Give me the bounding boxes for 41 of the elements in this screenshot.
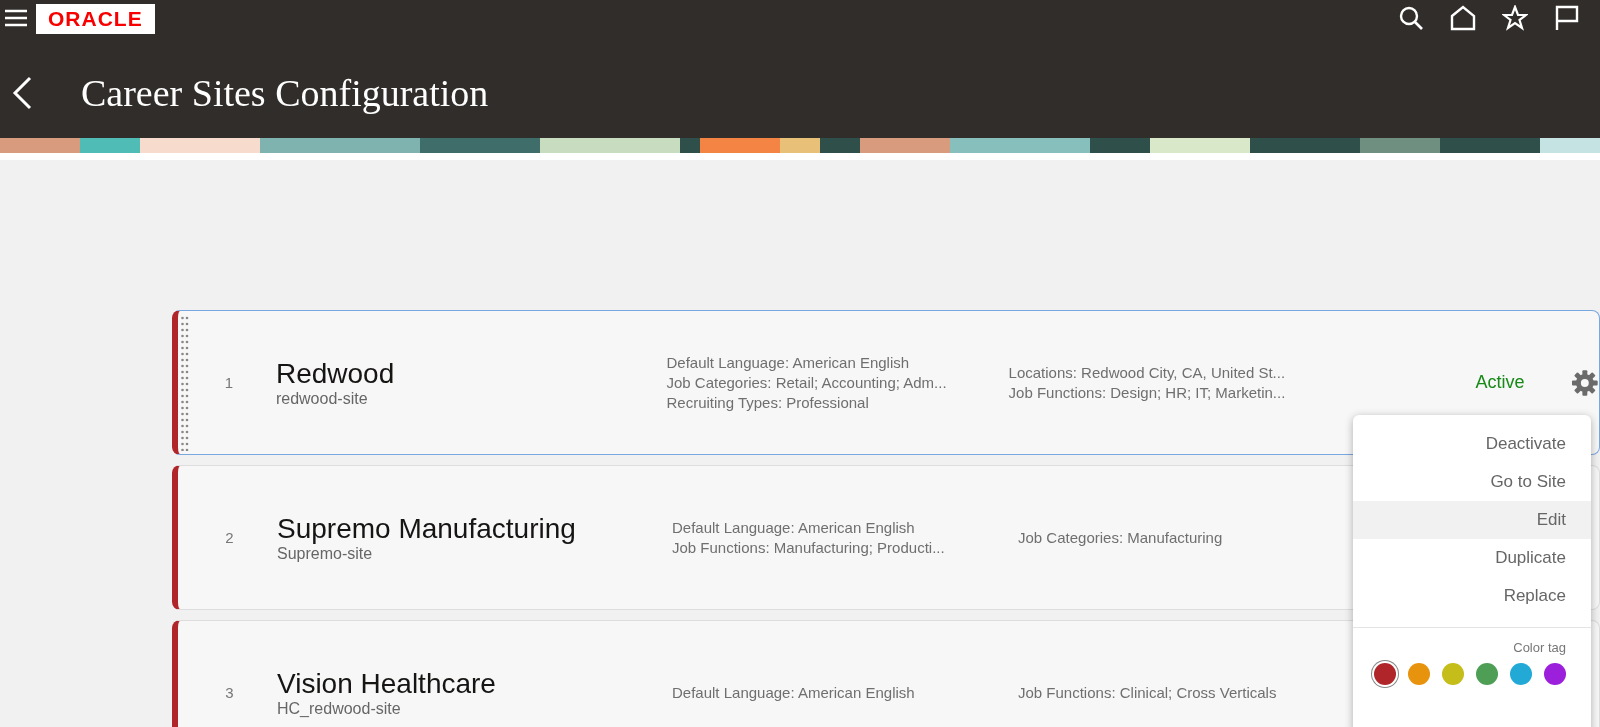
detail-text: Job Categories: Retail; Accounting; Adm... bbox=[666, 372, 948, 393]
flag-icon[interactable] bbox=[1554, 5, 1580, 31]
detail-text: Locations: Redwood City, CA, United St... bbox=[1008, 362, 1287, 383]
page-title: Career Sites Configuration bbox=[81, 71, 489, 115]
settings-icon[interactable] bbox=[1571, 368, 1599, 397]
site-code: redwood-site bbox=[275, 389, 369, 408]
color-swatch[interactable] bbox=[1442, 663, 1464, 685]
menu-item[interactable]: Duplicate bbox=[1353, 539, 1591, 577]
home-icon[interactable] bbox=[1450, 5, 1476, 31]
status-text: Active bbox=[1474, 372, 1526, 393]
detail-text: Job Functions: Clinical; Cross Verticals bbox=[1018, 682, 1278, 703]
row-number: 2 bbox=[224, 529, 235, 546]
drag-handle-icon[interactable] bbox=[180, 315, 190, 451]
menu-item[interactable]: Edit bbox=[1353, 501, 1591, 539]
search-icon[interactable] bbox=[1398, 5, 1424, 31]
site-code: Supremo-site bbox=[277, 544, 374, 563]
row-number: 1 bbox=[223, 374, 235, 391]
detail-text: Job Categories: Manufacturing bbox=[1018, 527, 1224, 548]
detail-text: Recruiting Types: Professional bbox=[666, 392, 870, 413]
color-swatch[interactable] bbox=[1476, 663, 1498, 685]
detail-text: Job Functions: Manufacturing; Producti... bbox=[672, 537, 946, 558]
color-swatch[interactable] bbox=[1544, 663, 1566, 685]
detail-text: Default Language: American English bbox=[672, 517, 916, 538]
color-swatch[interactable] bbox=[1374, 663, 1396, 685]
menu-item[interactable]: Go to Site bbox=[1353, 463, 1591, 501]
detail-text: Default Language: American English bbox=[666, 352, 911, 373]
star-icon[interactable] bbox=[1502, 5, 1528, 31]
color-swatch[interactable] bbox=[1510, 663, 1532, 685]
menu-item[interactable]: Deactivate bbox=[1353, 425, 1591, 463]
detail-text: Job Functions: Design; HR; IT; Marketin... bbox=[1008, 382, 1287, 403]
menu-icon[interactable] bbox=[4, 8, 28, 28]
row-number: 3 bbox=[224, 684, 235, 701]
oracle-logo: ORACLE bbox=[36, 4, 155, 34]
site-card[interactable] bbox=[172, 310, 1600, 455]
detail-text: Default Language: American English bbox=[672, 682, 916, 703]
color-tag-label: Color tag bbox=[1512, 640, 1567, 655]
site-name: Supremo Manufacturing bbox=[277, 512, 577, 545]
color-swatch[interactable] bbox=[1408, 663, 1430, 685]
site-name: Vision Healthcare bbox=[277, 667, 497, 700]
site-name: Redwood bbox=[275, 357, 396, 390]
site-code: HC_redwood-site bbox=[277, 699, 402, 718]
